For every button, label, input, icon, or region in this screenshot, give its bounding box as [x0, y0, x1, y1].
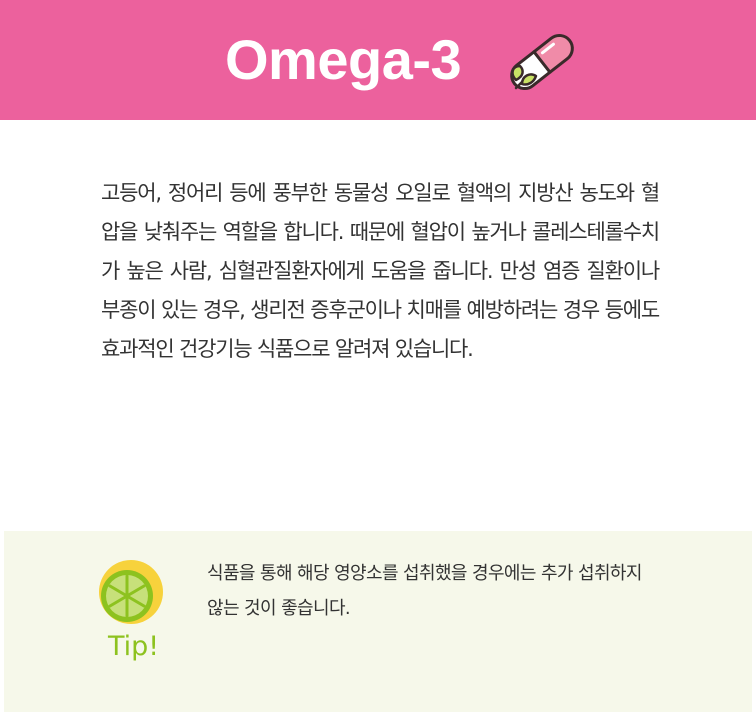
header-banner: Omega-3 — [0, 0, 756, 120]
omega3-description: 고등어, 정어리 등에 풍부한 동물성 오일로 혈액의 지방산 농도와 혈압을 … — [101, 181, 660, 361]
page: Omega-3 고등어, 정어리 등에 풍부한 동물성 오일로 혈액의 지방산 … — [0, 0, 756, 712]
page-title: Omega-3 — [225, 28, 462, 91]
tip-text: 식품을 통해 해당 영양소를 섭취했을 경우에는 추가 섭취하지 않는 것이 좋… — [207, 563, 642, 619]
capsule-with-leaf-icon — [510, 33, 574, 91]
lime-slice-icon — [99, 560, 163, 624]
tip-label: Tip! — [108, 631, 160, 662]
